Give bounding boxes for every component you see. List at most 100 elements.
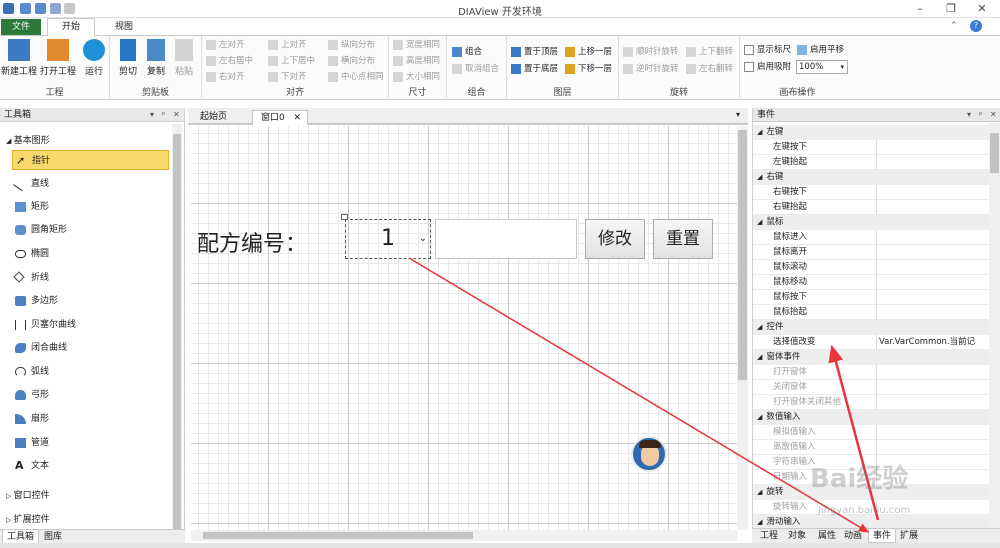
- align-right-button[interactable]: 右对齐: [206, 71, 245, 83]
- event-row[interactable]: 右键按下: [753, 185, 989, 200]
- event-category[interactable]: ◢ 右键: [753, 170, 989, 185]
- event-value[interactable]: Var.VarCommon.当前记: [879, 335, 989, 350]
- toolbox-item-bezier[interactable]: 贝塞尔曲线: [12, 315, 169, 335]
- tab-events[interactable]: 事件: [868, 529, 897, 543]
- event-row[interactable]: 打开窗体关闭其他: [753, 395, 989, 410]
- minimize-button[interactable]: –: [905, 1, 935, 17]
- event-row[interactable]: 离散值输入: [753, 440, 989, 455]
- bring-to-front-button[interactable]: 置于顶层: [511, 46, 558, 58]
- toolbox-category-ext[interactable]: ▷ 扩展控件: [6, 512, 50, 525]
- open-project-button[interactable]: 打开工程: [40, 39, 76, 77]
- scroll-thumb[interactable]: [173, 134, 181, 529]
- event-row[interactable]: 右键抬起: [753, 200, 989, 215]
- distribute-horizontal-button[interactable]: 横向分布: [328, 55, 375, 67]
- toolbox-item-polygon[interactable]: 多边形: [12, 291, 169, 311]
- close-icon[interactable]: ✕: [990, 108, 997, 122]
- close-tab-icon[interactable]: ✕: [293, 111, 301, 125]
- toolbox-item-rounded-rectangle[interactable]: 圆角矩形: [12, 220, 169, 240]
- same-size-button[interactable]: 大小相同: [393, 71, 440, 83]
- maximize-button[interactable]: ❐: [936, 1, 966, 17]
- event-category[interactable]: ◢ 控件: [753, 320, 989, 335]
- tab-extension[interactable]: 扩展: [896, 529, 922, 543]
- event-row[interactable]: 左键抬起: [753, 155, 989, 170]
- toolbox-item-sector[interactable]: 扇形: [12, 409, 169, 429]
- event-row[interactable]: 鼠标离开: [753, 245, 989, 260]
- center-same-button[interactable]: 中心点相同: [328, 71, 384, 83]
- events-scrollbar[interactable]: [989, 123, 1000, 528]
- toolbox-item-pipe[interactable]: 管道: [12, 433, 169, 453]
- event-category[interactable]: ◢ 左键: [753, 125, 989, 140]
- align-vcenter-button[interactable]: 上下居中: [268, 55, 315, 67]
- event-category[interactable]: ◢ 窗体事件: [753, 350, 989, 365]
- canvas-horizontal-scrollbar[interactable]: [191, 530, 737, 541]
- close-button[interactable]: ✕: [967, 1, 997, 17]
- event-row[interactable]: 鼠标抬起: [753, 305, 989, 320]
- toolbox-item-text[interactable]: A 文本: [12, 456, 169, 476]
- distribute-vertical-button[interactable]: 纵向分布: [328, 39, 375, 51]
- tab-start-page[interactable]: 起始页: [192, 110, 235, 125]
- tab-object[interactable]: 对象: [784, 529, 810, 543]
- flip-horizontal-button[interactable]: 左右翻转: [686, 63, 733, 75]
- event-category[interactable]: ◢ 滑动输入: [753, 515, 989, 528]
- event-row[interactable]: 鼠标按下: [753, 290, 989, 305]
- toolbox-item-bow[interactable]: 弓形: [12, 385, 169, 405]
- recipe-combobox[interactable]: 1 ⌄: [345, 219, 431, 259]
- same-width-button[interactable]: 宽度相同: [393, 39, 440, 51]
- chevron-down-icon[interactable]: ⌄: [419, 220, 427, 258]
- align-left-button[interactable]: 左对齐: [206, 39, 245, 51]
- tab-library[interactable]: 图库: [40, 530, 66, 544]
- same-height-button[interactable]: 高度相同: [393, 55, 440, 67]
- design-canvas[interactable]: 配方编号： 1 ⌄ 修改 重置: [191, 126, 737, 530]
- canvas-vertical-scrollbar[interactable]: [737, 126, 748, 530]
- align-bottom-button[interactable]: 下对齐: [268, 71, 307, 83]
- align-hcenter-button[interactable]: 左右居中: [206, 55, 253, 67]
- ribbon-collapse-icon[interactable]: ⌃: [950, 21, 958, 31]
- tab-toolbox[interactable]: 工具箱: [2, 530, 40, 544]
- toolbox-category-window[interactable]: ▷ 窗口控件: [6, 488, 50, 501]
- tab-project[interactable]: 工程: [756, 529, 782, 543]
- tab-view[interactable]: 视图: [104, 19, 144, 35]
- toolbox-category-basic[interactable]: ◢ 基本图形: [6, 133, 50, 146]
- rotate-cw-button[interactable]: 顺时针旋转: [623, 46, 679, 58]
- toolbox-item-ellipse[interactable]: 椭圆: [12, 244, 169, 264]
- pin-icon[interactable]: ᵖ: [162, 108, 165, 122]
- tab-animation[interactable]: 动画: [840, 529, 866, 543]
- enable-pan-button[interactable]: 启用平移: [797, 44, 844, 56]
- toolbox-item-arc[interactable]: 弧线: [12, 362, 169, 382]
- move-up-button[interactable]: 上移一层: [565, 46, 612, 58]
- run-button[interactable]: 运行: [76, 39, 112, 77]
- enable-snap-checkbox[interactable]: 启用吸附: [744, 61, 791, 73]
- paste-button[interactable]: 粘贴: [166, 39, 202, 77]
- flip-vertical-button[interactable]: 上下翻转: [686, 46, 733, 58]
- event-row[interactable]: 鼠标移动: [753, 275, 989, 290]
- event-row[interactable]: 鼠标滚动: [753, 260, 989, 275]
- show-ruler-checkbox[interactable]: 显示标尺: [744, 44, 791, 56]
- tab-home[interactable]: 开始: [47, 18, 95, 36]
- move-down-button[interactable]: 下移一层: [565, 63, 612, 75]
- new-project-button[interactable]: 新建工程: [1, 39, 37, 77]
- scroll-thumb[interactable]: [203, 532, 473, 539]
- tab-window0[interactable]: 窗口0 ✕: [252, 110, 308, 125]
- recipe-text-input[interactable]: [435, 219, 577, 259]
- tab-list-icon[interactable]: ▾: [736, 110, 740, 119]
- event-row[interactable]: 选择值改变 Var.VarCommon.当前记: [753, 335, 989, 350]
- close-icon[interactable]: ✕: [173, 108, 180, 122]
- group-button[interactable]: 组合: [452, 46, 482, 58]
- scroll-thumb[interactable]: [738, 130, 747, 380]
- tab-file[interactable]: 文件: [1, 19, 41, 35]
- tab-properties[interactable]: 属性: [814, 529, 840, 543]
- event-row[interactable]: 鼠标进入: [753, 230, 989, 245]
- toolbox-item-pointer[interactable]: ➚ 指针: [12, 150, 169, 170]
- event-category[interactable]: ◢ 数值输入: [753, 410, 989, 425]
- align-top-button[interactable]: 上对齐: [268, 39, 307, 51]
- dropdown-icon[interactable]: ▾: [150, 108, 154, 122]
- event-row[interactable]: 模拟值输入: [753, 425, 989, 440]
- dropdown-icon[interactable]: ▾: [967, 108, 971, 122]
- pin-icon[interactable]: ᵖ: [979, 108, 982, 122]
- event-category[interactable]: ◢ 鼠标: [753, 215, 989, 230]
- send-to-back-button[interactable]: 置于底层: [511, 63, 558, 75]
- event-row[interactable]: 打开窗体: [753, 365, 989, 380]
- ungroup-button[interactable]: 取消组合: [452, 63, 499, 75]
- rotate-ccw-button[interactable]: 逆时针旋转: [623, 63, 679, 75]
- zoom-select[interactable]: 100% ▾: [796, 60, 848, 74]
